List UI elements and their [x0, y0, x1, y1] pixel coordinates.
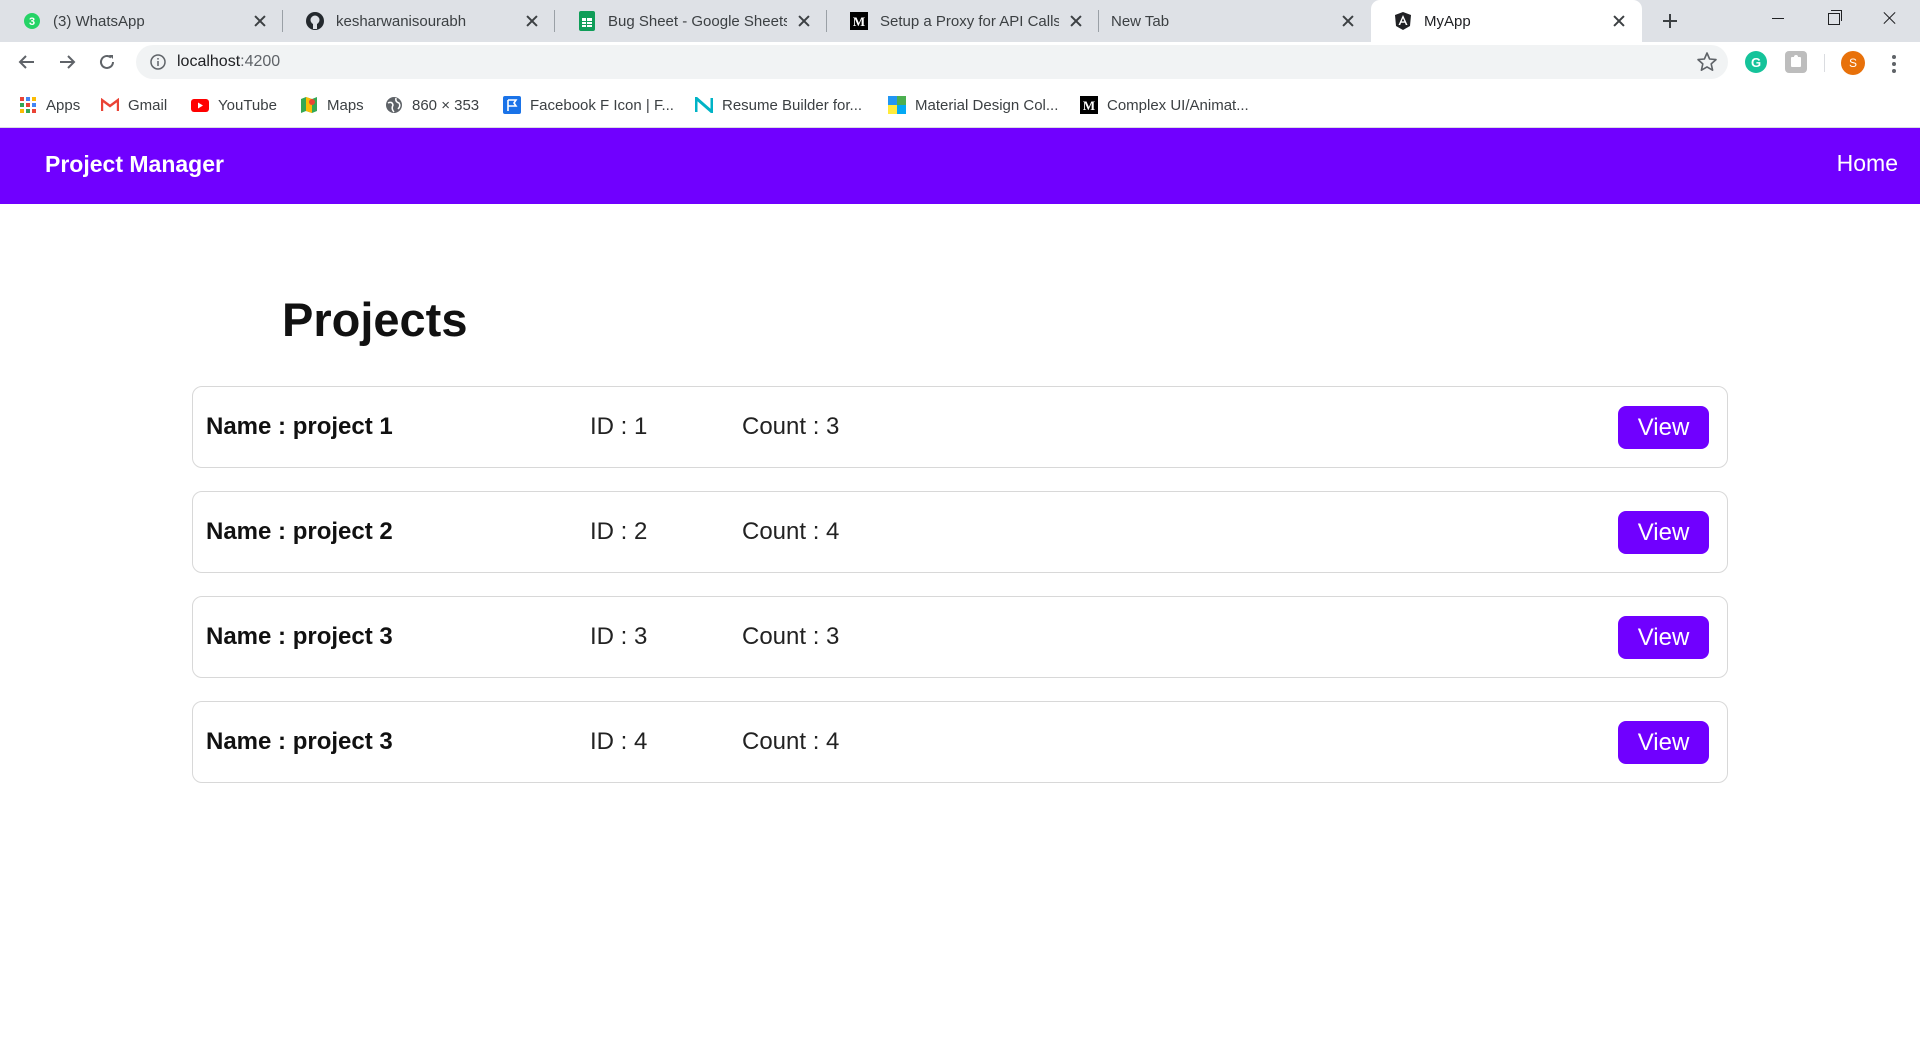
bookmark-label: Facebook F Icon | F...	[530, 96, 674, 114]
bookmark-label: Gmail	[128, 96, 168, 114]
project-count: Count : 4	[742, 728, 840, 755]
bookmark-star-icon[interactable]	[1696, 51, 1718, 73]
bookmark-label: Material Design Col...	[915, 96, 1059, 114]
browser-tab-strip: 3 (3) WhatsApp kesharwanisourabh Bug She…	[0, 0, 1920, 42]
project-id: ID : 1	[590, 413, 648, 440]
project-name: Name : project 1	[206, 413, 393, 440]
toolbar-divider	[1824, 54, 1825, 72]
profile-avatar[interactable]: S	[1841, 51, 1865, 75]
tab-medium-proxy[interactable]: M Setup a Proxy for API Calls fo	[827, 0, 1099, 42]
tab-myapp[interactable]: MyApp	[1371, 0, 1642, 42]
bookmark-resume-builder[interactable]: Resume Builder for...	[695, 94, 862, 116]
medium-icon: M	[1080, 96, 1098, 114]
gmail-icon	[101, 96, 119, 114]
window-minimize-icon[interactable]	[1750, 0, 1806, 36]
url-host: localhost	[177, 53, 241, 70]
bookmark-apps[interactable]: Apps	[19, 94, 80, 116]
tab-title: MyApp	[1424, 12, 1471, 30]
youtube-icon	[191, 96, 209, 114]
bookmark-gmail[interactable]: Gmail	[101, 94, 167, 116]
flag-icon	[503, 96, 521, 114]
bookmark-label: Complex UI/Animat...	[1107, 96, 1249, 114]
window-restore-icon[interactable]	[1806, 0, 1862, 36]
url-port: :4200	[240, 53, 281, 70]
project-name: Name : project 3	[206, 728, 393, 755]
tab-github[interactable]: kesharwanisourabh	[283, 0, 555, 42]
close-tab-icon[interactable]	[1610, 12, 1628, 30]
google-sheets-icon	[577, 11, 597, 31]
back-arrow-icon[interactable]	[11, 46, 43, 78]
project-id: ID : 3	[590, 623, 648, 650]
tab-title: New Tab	[1111, 12, 1170, 30]
tab-title: Setup a Proxy for API Calls fo	[880, 12, 1059, 30]
view-project-button[interactable]: View	[1618, 721, 1709, 764]
svg-text:3: 3	[29, 16, 35, 28]
address-bar[interactable]: localhost:4200	[136, 45, 1728, 79]
close-tab-icon[interactable]	[795, 12, 813, 30]
view-project-button[interactable]: View	[1618, 616, 1709, 659]
grammarly-icon[interactable]: G	[1745, 51, 1767, 73]
tab-title: (3) WhatsApp	[53, 12, 145, 30]
tab-new-tab[interactable]: New Tab	[1099, 0, 1371, 42]
project-name: Name : project 2	[206, 518, 393, 545]
bookmark-label: Apps	[46, 96, 81, 114]
globe-icon	[385, 96, 403, 114]
svg-text:M: M	[853, 14, 865, 29]
maps-icon	[300, 96, 318, 114]
bookmark-complex-ui[interactable]: M Complex UI/Animat...	[1080, 94, 1249, 116]
site-info-icon[interactable]	[148, 52, 168, 72]
close-tab-icon[interactable]	[1339, 12, 1357, 30]
forward-arrow-icon[interactable]	[51, 46, 83, 78]
medium-icon: M	[849, 11, 869, 31]
bookmark-material-design-colors[interactable]: Material Design Col...	[888, 94, 1058, 116]
close-tab-icon[interactable]	[523, 12, 541, 30]
material-palette-icon	[888, 96, 906, 114]
app-brand[interactable]: Project Manager	[45, 151, 224, 178]
project-card: Name : project 3 ID : 4 Count : 4 View	[192, 701, 1728, 783]
url-text[interactable]: localhost:4200	[177, 53, 280, 71]
project-id: ID : 4	[590, 728, 648, 755]
close-tab-icon[interactable]	[251, 12, 269, 30]
project-name: Name : project 3	[206, 623, 393, 650]
page-title: Projects	[282, 293, 468, 346]
project-list: Name : project 1 ID : 1 Count : 3 View N…	[192, 386, 1728, 806]
project-id: ID : 2	[590, 518, 648, 545]
bookmark-label: Maps	[327, 96, 364, 114]
window-close-icon[interactable]	[1862, 0, 1918, 36]
nav-home-link[interactable]: Home	[1837, 150, 1898, 177]
n-logo-icon	[695, 96, 713, 114]
apps-grid-icon	[19, 96, 37, 114]
view-project-button[interactable]: View	[1618, 406, 1709, 449]
project-count: Count : 3	[742, 623, 840, 650]
project-count: Count : 3	[742, 413, 840, 440]
tab-whatsapp[interactable]: 3 (3) WhatsApp	[0, 0, 283, 42]
bookmark-facebook-f-icon[interactable]: Facebook F Icon | F...	[503, 94, 674, 116]
bookmark-label: Resume Builder for...	[722, 96, 863, 114]
view-project-button[interactable]: View	[1618, 511, 1709, 554]
github-icon	[305, 11, 325, 31]
bookmark-860x353[interactable]: 860 × 353	[385, 94, 479, 116]
project-card: Name : project 3 ID : 3 Count : 3 View	[192, 596, 1728, 678]
bookmark-label: YouTube	[218, 96, 277, 114]
bookmark-label: 860 × 353	[412, 96, 480, 114]
app-navbar: Project Manager Home	[0, 128, 1920, 204]
browser-menu-icon[interactable]	[1882, 52, 1906, 76]
reload-icon[interactable]	[91, 46, 123, 78]
extension-icon[interactable]	[1785, 51, 1807, 73]
tab-title: Bug Sheet - Google Sheets	[608, 12, 787, 30]
bookmarks-bar: Apps Gmail YouTube Maps 860 × 353 Facebo…	[0, 82, 1920, 128]
tab-title: kesharwanisourabh	[336, 12, 467, 30]
bookmark-youtube[interactable]: YouTube	[191, 94, 277, 116]
new-tab-icon[interactable]	[1656, 7, 1684, 35]
project-card: Name : project 1 ID : 1 Count : 3 View	[192, 386, 1728, 468]
svg-text:M: M	[1083, 98, 1095, 113]
close-tab-icon[interactable]	[1067, 12, 1085, 30]
angular-icon	[1393, 11, 1413, 31]
project-count: Count : 4	[742, 518, 840, 545]
bookmark-maps[interactable]: Maps	[300, 94, 364, 116]
browser-toolbar: localhost:4200 G S	[0, 42, 1920, 82]
project-card: Name : project 2 ID : 2 Count : 4 View	[192, 491, 1728, 573]
tab-google-sheets[interactable]: Bug Sheet - Google Sheets	[555, 0, 827, 42]
whatsapp-icon: 3	[22, 11, 42, 31]
